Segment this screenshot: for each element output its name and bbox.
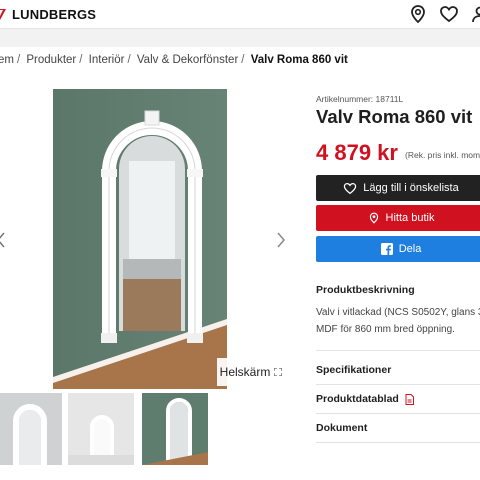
brand-logo[interactable]: LUNDBERGS: [0, 5, 96, 23]
heart-icon[interactable]: [439, 4, 459, 24]
documents-link[interactable]: Dokument: [316, 422, 367, 434]
product-main-image[interactable]: [0, 89, 290, 389]
find-store-button[interactable]: Hitta butik: [316, 205, 480, 231]
thumb-arch-green: [142, 393, 208, 465]
wishlist-label: Lägg till i önskelista: [363, 182, 459, 194]
gallery-next-icon[interactable]: [274, 230, 288, 250]
divider: [316, 384, 480, 385]
divider: [316, 413, 480, 414]
fullscreen-button[interactable]: Helskärm: [217, 358, 285, 386]
datasheet-label: Produktdatablad: [316, 393, 399, 405]
product-price: 4 879 kr: [316, 140, 398, 165]
thumb-arch-white: [68, 393, 134, 465]
thumbnail[interactable]: [68, 393, 134, 465]
breadcrumb-current: Valv Roma 860 vit: [250, 54, 348, 66]
fullscreen-label: Helskärm: [219, 365, 271, 379]
expand-icon: [274, 368, 283, 376]
product-title: Valv Roma 860 vit: [316, 106, 473, 127]
location-pin-icon: [369, 212, 378, 224]
pdf-icon: [405, 393, 414, 405]
thumbnail[interactable]: [142, 393, 208, 465]
breadcrumb: em / Produkter / Interiör / Valv & Dekorfön…: [0, 54, 348, 66]
breadcrumb-item[interactable]: Interiör: [89, 54, 125, 66]
breadcrumb-item[interactable]: Produkter: [26, 54, 76, 66]
breadcrumb-item[interactable]: Valv & Dekorfönster: [137, 54, 238, 66]
description-heading[interactable]: Produktbeskrivning: [316, 284, 415, 296]
gallery-prev-icon[interactable]: [0, 230, 8, 250]
divider: [316, 442, 480, 443]
location-pin-icon[interactable]: [408, 4, 428, 24]
arch-photo: [53, 89, 227, 389]
price-note: (Rek. pris inkl. moms: [405, 150, 480, 160]
breadcrumb-item[interactable]: em: [0, 54, 14, 66]
brand-name: LUNDBERGS: [12, 6, 97, 22]
share-label: Dela: [398, 243, 422, 255]
add-to-wishlist-button[interactable]: Lägg till i önskelista: [316, 175, 480, 201]
site-header: LUNDBERGS: [0, 0, 480, 29]
description-line: Valv i vitlackad (NCS S0502Y, glans 35: [316, 307, 480, 318]
article-number: Artikelnummer: 18711L: [316, 94, 404, 104]
thumb-arch-grey: [0, 393, 62, 465]
share-button[interactable]: Dela: [316, 236, 480, 262]
specifications-link[interactable]: Specifikationer: [316, 364, 391, 376]
user-icon[interactable]: [470, 4, 480, 24]
find-store-label: Hitta butik: [385, 212, 435, 224]
heart-icon: [344, 182, 357, 194]
facebook-icon: [380, 243, 393, 255]
header-subbar: [0, 29, 480, 47]
thumbnail[interactable]: [0, 393, 62, 465]
brand-mark-icon: [0, 9, 6, 20]
description-line: MDF för 860 mm bred öppning.: [316, 324, 455, 335]
datasheet-link[interactable]: Produktdatablad: [316, 393, 414, 405]
divider: [316, 350, 480, 351]
